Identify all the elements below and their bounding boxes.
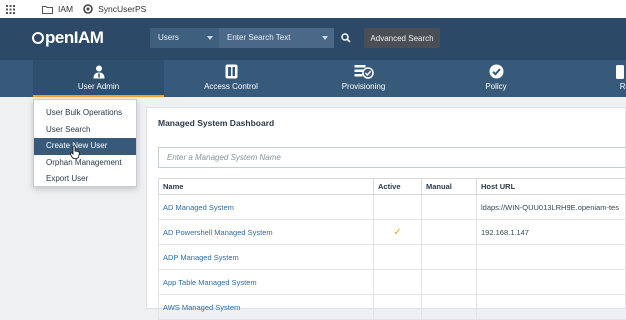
bookmark-label: IAM xyxy=(58,4,73,14)
nav-policy[interactable]: Policy xyxy=(430,60,562,97)
system-name-link[interactable]: AWS Managed System xyxy=(159,295,374,320)
manual-cell xyxy=(422,245,477,270)
active-cell xyxy=(374,195,422,220)
manual-cell xyxy=(422,220,477,245)
reports-icon xyxy=(616,65,624,79)
openiam-logo[interactable]: penIAM xyxy=(32,28,103,48)
user-icon xyxy=(93,65,105,79)
main-nav: User Admin Access Control Provisioning P… xyxy=(0,60,626,97)
search-input[interactable]: Enter Search Text xyxy=(219,28,334,48)
chevron-down-icon xyxy=(207,36,213,40)
user-admin-dropdown: User Bulk Operations User Search Create … xyxy=(33,99,137,187)
active-cell xyxy=(374,270,422,295)
menu-item-orphan-management[interactable]: Orphan Management xyxy=(34,155,136,172)
logo-text: penIAM xyxy=(45,28,103,47)
host-url-cell: ldaps://WIN-QUU013LRH9E.openiam-tes xyxy=(477,195,626,220)
managed-system-table: Name Active Manual Host URL AD Managed S… xyxy=(158,178,626,320)
active-cell xyxy=(374,245,422,270)
managed-system-dashboard: Managed System Dashboard Enter a Managed… xyxy=(146,107,626,309)
host-url-cell xyxy=(477,270,626,295)
system-name-link[interactable]: App Table Managed System xyxy=(159,270,374,295)
search-type-select[interactable]: Users xyxy=(150,28,219,48)
folder-icon xyxy=(42,5,53,14)
page-title: Managed System Dashboard xyxy=(158,118,274,128)
nav-label: Policy xyxy=(430,82,562,91)
search-type-value: Users xyxy=(158,33,179,42)
menu-item-export-user[interactable]: Export User xyxy=(34,171,136,188)
manual-cell xyxy=(422,270,477,295)
column-header-host-url[interactable]: Host URL xyxy=(477,179,626,195)
menu-item-create-new-user[interactable]: Create New User xyxy=(34,138,136,155)
host-url-cell: 192.168.1.147 xyxy=(477,220,626,245)
host-url-cell xyxy=(477,245,626,270)
menu-item-user-search[interactable]: User Search xyxy=(34,122,136,139)
host-url-cell xyxy=(477,295,626,320)
column-header-name[interactable]: Name xyxy=(159,179,374,195)
bookmarks-bar: IAM SyncUserPS xyxy=(0,0,626,18)
manual-cell xyxy=(422,195,477,220)
apps-grid-icon[interactable] xyxy=(6,5,20,14)
logo-o-icon xyxy=(32,32,44,44)
app-header: penIAM Users Enter Search Text Advanced … xyxy=(0,18,626,60)
system-name-link[interactable]: AD Managed System xyxy=(159,195,374,220)
advanced-search-button[interactable]: Advanced Search xyxy=(364,28,440,48)
column-header-active[interactable]: Active xyxy=(374,179,422,195)
search-button[interactable] xyxy=(334,28,358,48)
provisioning-icon xyxy=(354,64,374,79)
site-icon xyxy=(83,4,93,14)
nav-label: Access Control xyxy=(165,82,297,91)
table-header-row: Name Active Manual Host URL xyxy=(159,179,626,195)
managed-system-filter-input[interactable]: Enter a Managed System Name xyxy=(158,147,626,168)
nav-access-control[interactable]: Access Control xyxy=(165,60,297,97)
nav-label: Provisioning xyxy=(298,82,429,91)
table-row: AD Powershell Managed System ✓ 192.168.1… xyxy=(159,220,626,245)
table-row: App Table Managed System xyxy=(159,270,626,295)
active-cell xyxy=(374,295,422,320)
bookmark-syncuserps[interactable]: SyncUserPS xyxy=(83,4,146,14)
table-row: AD Managed System ldaps://WIN-QUU013LRH9… xyxy=(159,195,626,220)
column-header-manual[interactable]: Manual xyxy=(422,179,477,195)
nav-label: User Admin xyxy=(33,82,164,91)
nav-user-admin[interactable]: User Admin xyxy=(33,60,164,97)
policy-check-icon xyxy=(489,64,504,79)
filter-placeholder: Enter a Managed System Name xyxy=(167,153,281,162)
table-row: AWS Managed System xyxy=(159,295,626,320)
system-name-link[interactable]: ADP Managed System xyxy=(159,245,374,270)
active-check-icon: ✓ xyxy=(374,220,422,245)
access-card-icon xyxy=(225,64,238,79)
bookmark-label: SyncUserPS xyxy=(98,4,146,14)
search-placeholder: Enter Search Text xyxy=(227,33,290,42)
chevron-down-icon xyxy=(322,36,328,40)
hand-cursor-icon xyxy=(70,146,80,159)
bookmark-iam[interactable]: IAM xyxy=(42,4,73,14)
menu-item-user-bulk-operations[interactable]: User Bulk Operations xyxy=(34,105,136,122)
manual-cell xyxy=(422,295,477,320)
system-name-link[interactable]: AD Powershell Managed System xyxy=(159,220,374,245)
table-row: ADP Managed System xyxy=(159,245,626,270)
nav-label: Re xyxy=(563,82,626,91)
search-icon xyxy=(341,33,351,43)
nav-reports[interactable]: Re xyxy=(563,60,626,97)
nav-provisioning[interactable]: Provisioning xyxy=(298,60,429,97)
